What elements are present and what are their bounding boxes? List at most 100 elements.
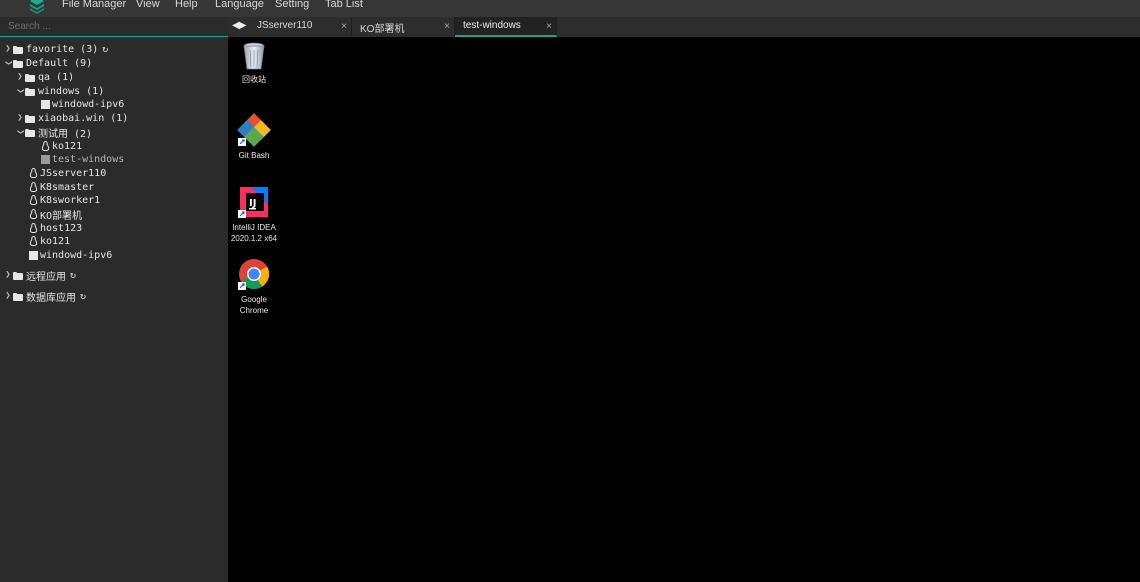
tree-item-label: xiaobai.win (1)	[38, 112, 129, 124]
folder-icon	[25, 87, 36, 96]
tree-item-label: ko121	[52, 140, 83, 152]
linux-icon	[29, 182, 38, 192]
desktop-icon-label-line2: 2020.1.2 x64	[230, 234, 278, 243]
tab-ko-deploy[interactable]: KO部署机 ×	[352, 17, 455, 37]
desktop-icon-label-line2: Chrome	[239, 306, 269, 315]
tree-item-label: windows (1)	[38, 85, 105, 97]
svg-text:IJ: IJ	[249, 198, 256, 209]
tree-item-label: Default (9)	[26, 57, 93, 69]
desktop-icon-git-bash[interactable]: Git Bash	[226, 113, 282, 161]
chevron-right-icon[interactable]: ❯	[3, 291, 13, 301]
tab-label: JSserver110	[257, 20, 313, 31]
tree-item-label: 数据库应用	[26, 292, 76, 304]
folder-icon	[25, 114, 36, 123]
tree-item-label: qa (1)	[38, 71, 75, 83]
app-logo-icon	[30, 0, 44, 14]
chrome-icon	[238, 259, 270, 290]
folder-icon	[13, 45, 24, 54]
tab-label: test-windows	[463, 20, 521, 31]
tree-item-ko-deploy[interactable]: KO部署机	[29, 207, 83, 222]
windows-icon	[41, 154, 50, 164]
desktop-icon-label-line1: Google	[241, 295, 267, 304]
close-icon[interactable]: ×	[546, 21, 552, 32]
linux-icon	[29, 168, 38, 178]
tree-item-qa[interactable]: ❯ qa (1)	[15, 70, 74, 84]
tree-item-default[interactable]: ❯ Default (9)	[3, 56, 92, 70]
linux-icon	[29, 223, 38, 233]
tree-item-test-windows[interactable]: test-windows	[41, 152, 124, 166]
menu-language[interactable]: Language	[215, 0, 264, 10]
intellij-idea-icon: IJ	[238, 187, 268, 218]
search-input[interactable]	[0, 17, 228, 37]
tab-bar: ◀▶ JSserver110 × KO部署机 × test-windows ×	[228, 17, 1140, 37]
tree-item-windows[interactable]: ❯ windows (1)	[15, 84, 104, 98]
chevron-down-icon[interactable]: ❯	[15, 127, 25, 137]
tree-item-label: host123	[40, 222, 83, 234]
desktop-icon-chrome[interactable]: Google Chrome	[226, 257, 282, 316]
tree-item-label: 远程应用	[26, 271, 66, 283]
git-bash-icon	[237, 113, 271, 147]
tree-item-label: test-windows	[52, 153, 125, 165]
recycle-bin-icon	[243, 42, 265, 70]
tree-item-ko121[interactable]: ko121	[29, 234, 70, 248]
tree-item-k8smaster[interactable]: K8smaster	[29, 180, 94, 194]
tree-item-label: windowd-ipv6	[40, 249, 113, 261]
tree-item-windowd-ipv6-child[interactable]: windowd-ipv6	[41, 97, 124, 111]
folder-icon	[25, 128, 36, 137]
refresh-icon[interactable]: ↻	[80, 291, 86, 302]
folder-icon	[13, 271, 24, 280]
desktop-icon-label: IntelliJ IDEA 2020.1.2 x64	[226, 222, 282, 244]
tree-item-remote-apps[interactable]: ❯ 远程应用 ↻	[3, 268, 76, 283]
tab-test-windows[interactable]: test-windows ×	[455, 17, 557, 37]
tree-item-db-apps[interactable]: ❯ 数据库应用 ↻	[3, 289, 86, 304]
tree-item-favorite[interactable]: ❯ favorite (3) ↻	[3, 42, 108, 56]
tree-item-label: favorite (3)	[26, 43, 99, 55]
menu-view[interactable]: View	[136, 0, 160, 10]
chevron-right-icon[interactable]: ❯	[15, 113, 25, 123]
tab-label: KO部署机	[360, 24, 405, 35]
linux-icon	[41, 141, 50, 151]
menu-tab-list[interactable]: Tab List	[325, 0, 363, 10]
chevron-right-icon[interactable]: ❯	[15, 72, 25, 82]
refresh-icon[interactable]: ↻	[70, 270, 76, 281]
desktop-icon-intellij[interactable]: IJ IntelliJ IDEA 2020.1.2 x64	[226, 185, 282, 244]
tree-item-k8sworker1[interactable]: K8sworker1	[29, 193, 100, 207]
desktop-icon-label: Google Chrome	[226, 294, 282, 316]
tree-item-host123[interactable]: host123	[29, 221, 82, 235]
tree-item-ko121-child[interactable]: ko121	[41, 139, 82, 153]
tree-item-xiaobai[interactable]: ❯ xiaobai.win (1)	[15, 111, 128, 125]
tree-item-jsserver110[interactable]: JSserver110	[29, 166, 106, 180]
folder-icon	[13, 59, 24, 68]
menu-bar: File Manager View Help Language Setting …	[0, 0, 1140, 17]
chevron-right-icon[interactable]: ❯	[3, 270, 13, 280]
tree-item-label: K8smaster	[40, 181, 95, 193]
linux-icon	[29, 195, 38, 205]
menu-help[interactable]: Help	[175, 0, 198, 10]
folder-icon	[25, 73, 36, 82]
tree-item-label: KO部署机	[40, 210, 83, 222]
desktop-icon-label: 回收站	[242, 75, 266, 84]
close-icon[interactable]: ×	[341, 21, 347, 32]
linux-icon	[29, 209, 38, 219]
tree-item-label: K8sworker1	[40, 194, 101, 206]
tree-item-label: 测试用 (2)	[38, 128, 93, 140]
desktop-icon-recycle-bin[interactable]: 回收站	[226, 41, 282, 85]
linux-icon	[29, 236, 38, 246]
desktop-icon-label-line1: IntelliJ IDEA	[232, 223, 276, 232]
chevron-down-icon[interactable]: ❯	[15, 86, 25, 96]
tab-jsserver110[interactable]: JSserver110 ×	[249, 17, 352, 37]
tree-item-label: ko121	[40, 235, 71, 247]
desktop-icon-label: Git Bash	[238, 151, 270, 160]
tree-item-test-group[interactable]: ❯ 测试用 (2)	[15, 125, 93, 140]
chevron-down-icon[interactable]: ❯	[3, 58, 13, 68]
tree-item-label: windowd-ipv6	[52, 98, 125, 110]
remote-desktop[interactable]: 回收站 Git Bash IJ IntelliJ IDEA 2020.1.2 x…	[228, 37, 1140, 582]
tree-item-windowd-ipv6[interactable]: windowd-ipv6	[29, 248, 112, 262]
menu-file-manager[interactable]: File Manager	[62, 0, 126, 10]
menu-setting[interactable]: Setting	[275, 0, 309, 10]
tab-scroll-arrows-icon[interactable]: ◀▶	[232, 20, 246, 31]
chevron-right-icon[interactable]: ❯	[3, 44, 13, 54]
tree-item-label: JSserver110	[40, 167, 107, 179]
refresh-icon[interactable]: ↻	[102, 44, 108, 55]
close-icon[interactable]: ×	[444, 21, 450, 32]
